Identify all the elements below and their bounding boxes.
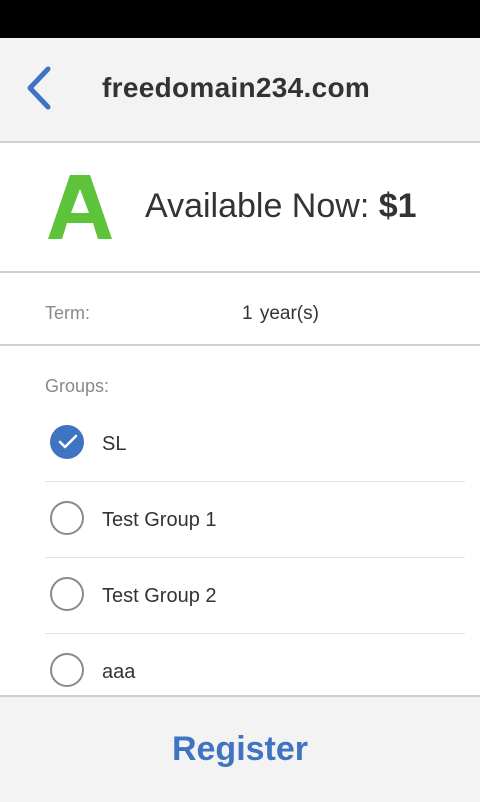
group-item-aaa[interactable]: aaa bbox=[45, 634, 465, 687]
chevron-left-icon bbox=[24, 65, 54, 116]
groups-section: Groups: SL Test Group 1 Test Group 2 aaa bbox=[0, 346, 480, 687]
app-header: freedomain234.com bbox=[0, 38, 480, 143]
group-name: Test Group 1 bbox=[102, 509, 217, 531]
radio-checked-icon[interactable] bbox=[50, 425, 84, 459]
group-item-sl[interactable]: SL bbox=[45, 406, 465, 482]
availability-label: Available Now: bbox=[145, 187, 379, 225]
page-title: freedomain234.com bbox=[102, 72, 371, 103]
radio-unchecked-icon[interactable] bbox=[50, 501, 84, 535]
radio-unchecked-icon[interactable] bbox=[50, 653, 84, 687]
group-list: SL Test Group 1 Test Group 2 aaa bbox=[45, 406, 465, 687]
term-label: Term: bbox=[45, 303, 90, 323]
back-button[interactable] bbox=[14, 62, 64, 118]
letter-a-logo bbox=[48, 171, 112, 243]
group-name: Test Group 2 bbox=[102, 585, 217, 607]
term-row: Term: 1 year(s) bbox=[0, 273, 480, 346]
group-name: SL bbox=[102, 433, 127, 455]
price: $1 bbox=[378, 187, 417, 225]
availability-banner: Available Now: $1 bbox=[0, 143, 480, 273]
status-bar bbox=[0, 0, 480, 38]
term-value[interactable]: 1 year(s) bbox=[242, 303, 319, 325]
availability-text: Available Now: $1 bbox=[145, 187, 417, 226]
register-button[interactable]: Register bbox=[0, 697, 480, 802]
footer-bar: Register bbox=[0, 695, 480, 802]
group-item-test-group-2[interactable]: Test Group 2 bbox=[45, 558, 465, 634]
groups-label: Groups: bbox=[45, 376, 110, 396]
radio-unchecked-icon[interactable] bbox=[50, 577, 84, 611]
group-item-test-group-1[interactable]: Test Group 1 bbox=[45, 482, 465, 558]
group-name: aaa bbox=[102, 661, 136, 683]
